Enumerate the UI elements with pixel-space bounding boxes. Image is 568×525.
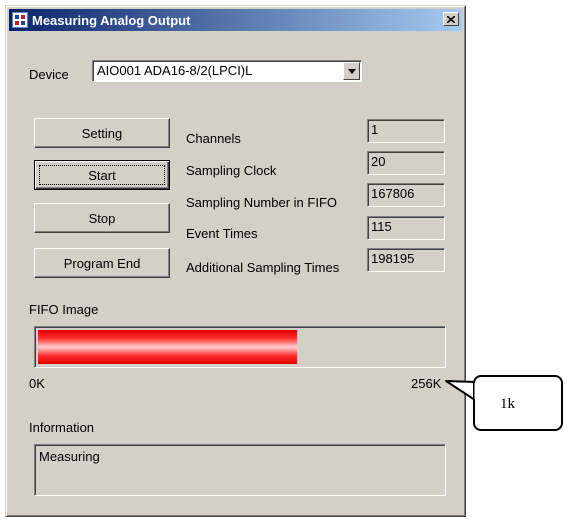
callout-text: 1k <box>500 396 515 412</box>
callout-pointer-cover <box>474 383 478 399</box>
